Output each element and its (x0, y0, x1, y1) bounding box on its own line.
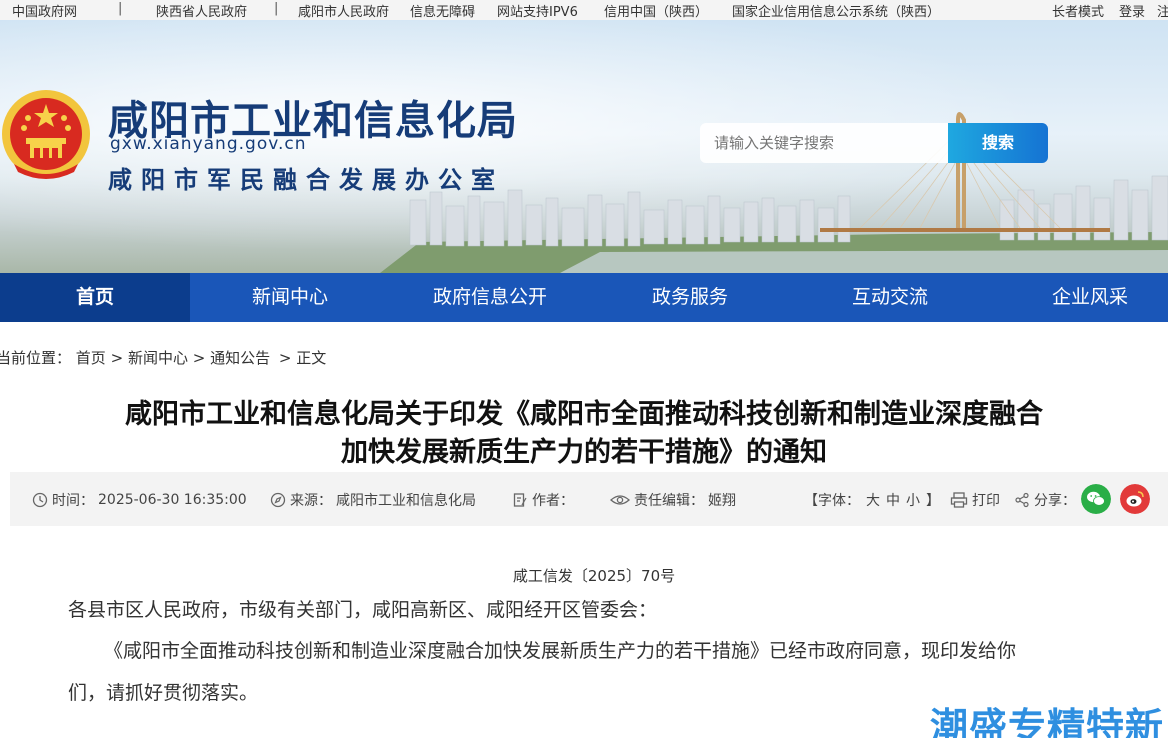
header-banner: 咸阳市工业和信息化局 gxw.xianyang.gov.cn 咸阳市军民融合发展… (0, 20, 1168, 273)
national-emblem-icon (2, 90, 90, 179)
elder-mode-link[interactable]: 长者模式 (1052, 1, 1104, 20)
link-ipv6[interactable]: 网站支持IPV6 (497, 1, 578, 20)
meta-editor-value: 姬翔 (708, 493, 736, 509)
register-link[interactable]: 注 (1157, 1, 1168, 20)
document-number: 咸工信发〔2025〕70号 (512, 567, 676, 585)
nav-gov-info[interactable]: 政府信息公开 (390, 273, 590, 322)
search-input[interactable] (700, 123, 950, 163)
print-button[interactable]: 打印 (950, 490, 1000, 510)
nav-enterprise[interactable]: 企业风采 (990, 273, 1168, 322)
meta-editor-label: 责任编辑： (634, 493, 704, 509)
article-body-line: 《咸阳市全面推动科技创新和制造业深度融合加快发展新质生产力的若干措施》已经市政府… (104, 640, 1017, 662)
font-size-control: 【字体： 大 中 小 】 (804, 490, 940, 510)
breadcrumb-news[interactable]: 新闻中心 (128, 349, 188, 367)
breadcrumb-label: 当前位置： (0, 349, 72, 367)
nav-home[interactable]: 首页 (0, 273, 190, 322)
font-small-button[interactable]: 小 (906, 490, 920, 510)
article-title-line: 咸阳市工业和信息化局关于印发《咸阳市全面推动科技创新和制造业深度融合 (125, 399, 1043, 430)
article-greeting: 各县市区人民政府，市级有关部门，咸阳高新区、咸阳经开区管委会： (68, 599, 658, 621)
breadcrumb-sep: > (278, 349, 292, 367)
site-url: gxw.xianyang.gov.cn (110, 134, 307, 154)
article-body-line: 们，请抓好贯彻落实。 (68, 682, 259, 704)
weibo-share-icon[interactable] (1120, 484, 1150, 514)
breadcrumb: 当前位置： 首页 > 新闻中心 > 通知公告 > 正文 (0, 347, 326, 368)
meta-source: 来源： 咸阳市工业和信息化局 (270, 490, 476, 510)
share-label: 分享： (1034, 493, 1076, 509)
link-credit-china[interactable]: 信用中国（陕西） (604, 1, 708, 20)
link-accessibility[interactable]: 信息无障碍 (410, 1, 475, 20)
font-medium-button[interactable]: 中 (886, 490, 900, 510)
share-label-group: 分享： (1014, 490, 1076, 510)
print-label: 打印 (972, 493, 1000, 509)
top-links-bar: 中国政府网 | 陕西省人民政府 | 咸阳市人民政府 信息无障碍 网站支持IPV6… (0, 0, 1168, 20)
breadcrumb-sep: > (192, 349, 206, 367)
separator: | (274, 1, 279, 16)
font-size-label: 【字体： (804, 493, 860, 509)
link-china-gov[interactable]: 中国政府网 (12, 1, 77, 20)
meta-time-label: 时间： (52, 493, 94, 509)
breadcrumb-home[interactable]: 首页 (76, 349, 106, 367)
edit-document-icon (513, 493, 527, 507)
meta-author-label: 作者： (532, 493, 574, 509)
wechat-share-icon[interactable] (1081, 484, 1111, 514)
article-title-line: 加快发展新质生产力的若干措施》的通知 (341, 437, 827, 468)
search-box (700, 123, 950, 163)
meta-author: 作者： (512, 490, 574, 510)
nav-news[interactable]: 新闻中心 (190, 273, 390, 322)
breadcrumb-sep: > (110, 349, 124, 367)
meta-time-value: 2025-06-30 16:35:00 (98, 492, 247, 508)
breadcrumb-notices[interactable]: 通知公告 (210, 349, 270, 367)
article-meta-bar: 时间： 2025-06-30 16:35:00 来源： 咸阳市工业和信息化局 作… (10, 472, 1168, 526)
nav-interaction[interactable]: 互动交流 (790, 273, 990, 322)
font-size-close: 】 (926, 493, 940, 509)
link-shaanxi-gov[interactable]: 陕西省人民政府 (156, 1, 247, 20)
search-button[interactable]: 搜索 (948, 123, 1048, 163)
link-xianyang-gov[interactable]: 咸阳市人民政府 (298, 1, 389, 20)
share-icon (1015, 492, 1029, 508)
meta-source-label: 来源： (290, 493, 332, 509)
main-nav: 首页 新闻中心 政府信息公开 政务服务 互动交流 企业风采 (0, 273, 1168, 322)
compass-icon (270, 492, 286, 508)
nav-services[interactable]: 政务服务 (590, 273, 790, 322)
meta-source-value: 咸阳市工业和信息化局 (336, 493, 476, 509)
breadcrumb-current: 正文 (296, 349, 327, 367)
login-link[interactable]: 登录 (1119, 1, 1145, 20)
eye-icon (610, 495, 630, 505)
separator: | (118, 1, 123, 16)
font-large-button[interactable]: 大 (866, 490, 880, 510)
printer-icon (950, 492, 968, 508)
link-enterprise-credit[interactable]: 国家企业信用信息公示系统（陕西） (732, 1, 940, 20)
clock-icon (32, 492, 48, 508)
article-title: 咸阳市工业和信息化局关于印发《咸阳市全面推动科技创新和制造业深度融合 加快发展新… (0, 396, 1168, 472)
site-subtitle: 咸阳市军民融合发展办公室 (108, 166, 504, 194)
watermark-text: 潮盛专精特新 (930, 705, 1165, 738)
meta-time: 时间： 2025-06-30 16:35:00 (32, 490, 247, 510)
meta-editor: 责任编辑： 姬翔 (610, 490, 736, 510)
